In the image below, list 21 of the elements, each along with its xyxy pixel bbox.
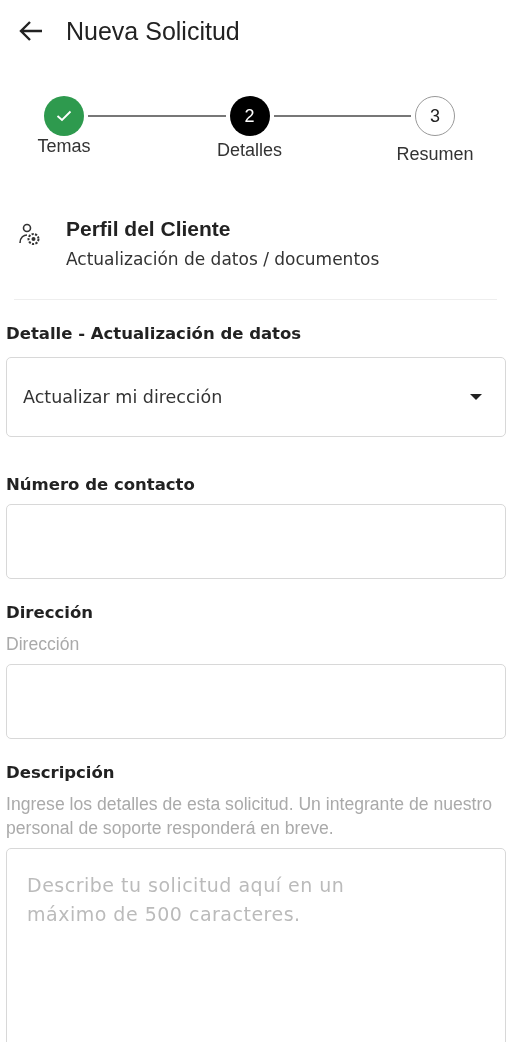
step-label: Detalles xyxy=(217,140,282,162)
page-title: Nueva Solicitud xyxy=(66,16,240,46)
helper-text: Ingrese los detalles de esta solicitud. Un integrante de nuestro personal de soporte responderá en breve. xyxy=(6,793,494,840)
text-area[interactable]: Describe tu solicitud aquí en un máximo de 500 caracteres. xyxy=(6,848,506,1042)
step-label: Resumen xyxy=(396,144,474,165)
input-field[interactable] xyxy=(6,664,506,739)
step-number: 3 xyxy=(415,96,455,136)
back-button[interactable] xyxy=(18,20,44,42)
user-gear-icon xyxy=(18,223,42,247)
step-label: Temas xyxy=(37,136,91,158)
caret-icon xyxy=(469,393,483,401)
dropdown-field[interactable]: Actualizar mi dirección xyxy=(6,357,506,437)
field-label: Descripción xyxy=(6,763,116,782)
helper-text: Dirección xyxy=(6,633,81,656)
field-label: Dirección xyxy=(6,603,94,622)
input-field[interactable] xyxy=(6,504,506,579)
step-number: 2 xyxy=(229,96,270,136)
category-title: Perfil del Cliente xyxy=(66,217,232,241)
field-label: Número de contacto xyxy=(6,475,196,494)
category-subtitle: Actualización de datos / documentos xyxy=(66,249,380,269)
field-label: Detalle - Actualización de datos xyxy=(6,324,303,343)
